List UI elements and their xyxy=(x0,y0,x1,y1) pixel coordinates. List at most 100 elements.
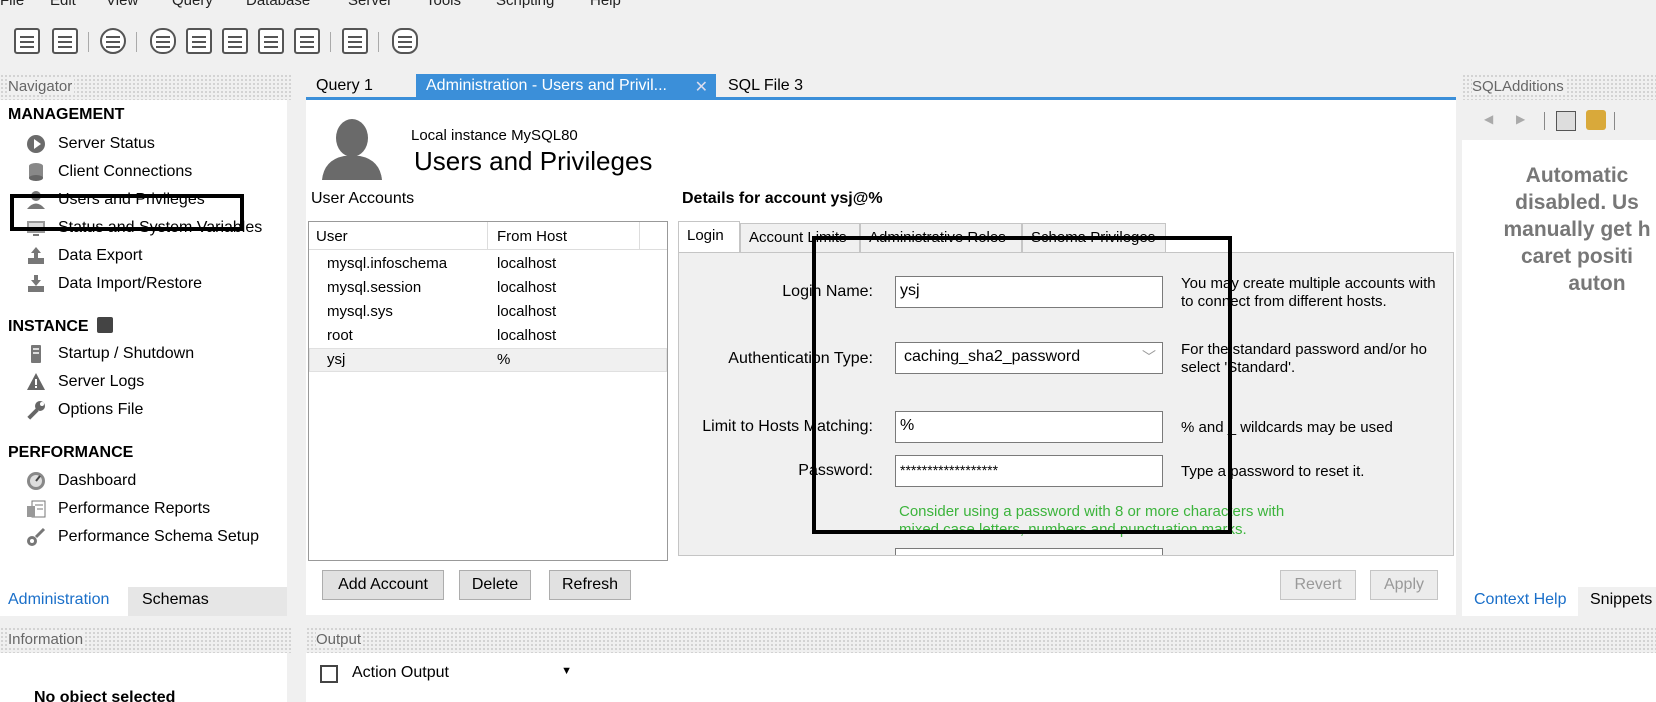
password-field[interactable]: ****************** xyxy=(895,455,1163,487)
menu-edit[interactable]: Edit xyxy=(50,0,76,9)
nav-label: Users and Privileges xyxy=(58,191,205,208)
table-header: User From Host xyxy=(309,222,667,250)
menu-query[interactable]: Query xyxy=(172,0,213,9)
tab-administration-users[interactable]: Administration - Users and Privil... ✕ xyxy=(416,74,716,100)
add-account-button[interactable]: Add Account xyxy=(322,570,444,600)
toolbar xyxy=(0,22,1656,62)
nav-label: Performance Schema Setup xyxy=(58,528,259,545)
nav-client-connections[interactable]: Client Connections xyxy=(26,159,192,185)
login-name-field[interactable]: ysj xyxy=(895,276,1163,308)
information-header: Information xyxy=(0,627,292,653)
tab-schemas[interactable]: Schemas xyxy=(134,587,214,616)
create-function-icon[interactable] xyxy=(294,28,320,54)
tab-query-1[interactable]: Query 1 xyxy=(306,74,414,100)
nav-server-status[interactable]: Server Status xyxy=(26,131,155,157)
sql-additions-panel: Automatic disabled. Us manually get h ca… xyxy=(1462,140,1656,587)
cell-host: localhost xyxy=(497,303,557,320)
tab-administrative-roles[interactable]: Administrative Roles xyxy=(860,223,1022,253)
page-title: Users and Privileges xyxy=(414,146,653,176)
confirm-password-field[interactable] xyxy=(895,548,1163,555)
delete-button[interactable]: Delete xyxy=(459,570,531,600)
reports-icon xyxy=(26,499,46,519)
help-line: manually get h xyxy=(1503,218,1651,241)
limit-hosts-field[interactable]: % xyxy=(895,411,1163,443)
nav-users-and-privileges[interactable]: Users and Privileges xyxy=(26,187,205,213)
warning-line: Consider using a password with 8 or more… xyxy=(899,503,1285,520)
nav-performance-schema-setup[interactable]: Performance Schema Setup xyxy=(26,524,259,550)
limit-hosts-label: Limit to Hosts Matching: xyxy=(702,418,873,435)
back-icon[interactable]: ◀ xyxy=(1484,112,1493,126)
menu-help[interactable]: Help xyxy=(590,0,621,9)
tab-administration[interactable]: Administration xyxy=(0,587,128,616)
create-procedure-icon[interactable] xyxy=(258,28,284,54)
menu-scripting[interactable]: Scripting xyxy=(496,0,554,9)
instance-title: INSTANCE xyxy=(8,317,114,336)
performance-title: PERFORMANCE xyxy=(8,444,134,461)
nav-server-logs[interactable]: Server Logs xyxy=(26,369,144,395)
details-title: Details for account ysj@% xyxy=(682,190,883,207)
revert-button[interactable]: Revert xyxy=(1280,570,1356,600)
create-table-icon[interactable] xyxy=(186,28,212,54)
menu-tools[interactable]: Tools xyxy=(426,0,461,9)
auth-type-select[interactable]: caching_sha2_password ﹀ xyxy=(895,342,1163,374)
nav-startup-shutdown[interactable]: Startup / Shutdown xyxy=(26,341,194,367)
tab-account-limits[interactable]: Account Limits xyxy=(740,223,860,253)
password-warning: Consider using a password with 8 or more… xyxy=(899,503,1284,539)
column-user[interactable]: User xyxy=(316,228,348,245)
user-avatar-icon xyxy=(322,116,382,180)
search-table-data-icon[interactable] xyxy=(342,28,368,54)
instance-settings-icon[interactable] xyxy=(97,317,114,333)
nav-options-file[interactable]: Options File xyxy=(26,397,143,423)
inspector-icon[interactable] xyxy=(100,28,126,54)
tab-sql-file-3[interactable]: SQL File 3 xyxy=(718,74,828,100)
reconnect-icon[interactable] xyxy=(392,28,418,54)
tab-label: Query 1 xyxy=(316,77,373,94)
menu-database[interactable]: Database xyxy=(246,0,310,9)
tab-login[interactable]: Login xyxy=(678,221,740,253)
table-row-selected[interactable]: ysj % xyxy=(309,348,667,372)
context-help-icon[interactable] xyxy=(1556,111,1576,131)
refresh-button[interactable]: Refresh xyxy=(549,570,631,600)
open-sql-script-icon[interactable] xyxy=(52,28,78,54)
table-row[interactable]: root localhost xyxy=(309,324,667,348)
user-accounts-title: User Accounts xyxy=(311,190,415,207)
warning-icon xyxy=(26,372,46,392)
instance-title-text: INSTANCE xyxy=(8,318,89,335)
nav-status-system-variables[interactable]: Status and System Variables xyxy=(26,215,262,241)
create-view-icon[interactable] xyxy=(222,28,248,54)
table-row[interactable]: mysql.sys localhost xyxy=(309,300,667,324)
navigator-title: Navigator xyxy=(8,78,75,95)
nav-data-import[interactable]: Data Import/Restore xyxy=(26,271,202,297)
information-panel: No object selected xyxy=(0,653,287,702)
dropdown-arrow-icon: ▼ xyxy=(561,665,572,677)
nav-performance-reports[interactable]: Performance Reports xyxy=(26,496,210,522)
user-icon xyxy=(26,190,46,210)
output-header: Output xyxy=(306,627,1656,653)
column-from-host[interactable]: From Host xyxy=(497,228,567,245)
table-row[interactable]: mysql.infoschema localhost xyxy=(309,252,667,276)
cell-host: localhost xyxy=(497,255,557,272)
nav-data-export[interactable]: Data Export xyxy=(26,243,142,269)
auto-help-icon[interactable] xyxy=(1586,110,1606,130)
forward-icon[interactable]: ▶ xyxy=(1516,112,1525,126)
menu-server[interactable]: Server xyxy=(348,0,392,9)
instance-label: Local instance MySQL80 xyxy=(411,127,578,144)
table-row[interactable]: mysql.session localhost xyxy=(309,276,667,300)
login-help: You may create multiple accounts with to… xyxy=(1181,275,1436,311)
menu-file[interactable]: File xyxy=(0,0,24,9)
login-panel: Login Name: ysj You may create multiple … xyxy=(678,252,1454,556)
menu-view[interactable]: View xyxy=(106,0,138,9)
close-icon[interactable]: ✕ xyxy=(695,77,708,97)
create-schema-icon[interactable] xyxy=(150,28,176,54)
apply-button[interactable]: Apply xyxy=(1370,570,1438,600)
tab-snippets[interactable]: Snippets xyxy=(1582,587,1656,616)
nav-label: Client Connections xyxy=(58,163,193,180)
nav-dashboard[interactable]: Dashboard xyxy=(26,468,136,494)
new-sql-tab-icon[interactable] xyxy=(14,28,40,54)
copy-icon[interactable] xyxy=(320,665,338,683)
tab-schema-privileges[interactable]: Schema Privileges xyxy=(1022,223,1166,253)
help-line: Automatic xyxy=(1525,164,1629,187)
tab-context-help[interactable]: Context Help xyxy=(1462,587,1578,616)
output-selector[interactable]: Action Output ▼ xyxy=(348,661,578,687)
nav-label: Data Import/Restore xyxy=(58,275,203,292)
